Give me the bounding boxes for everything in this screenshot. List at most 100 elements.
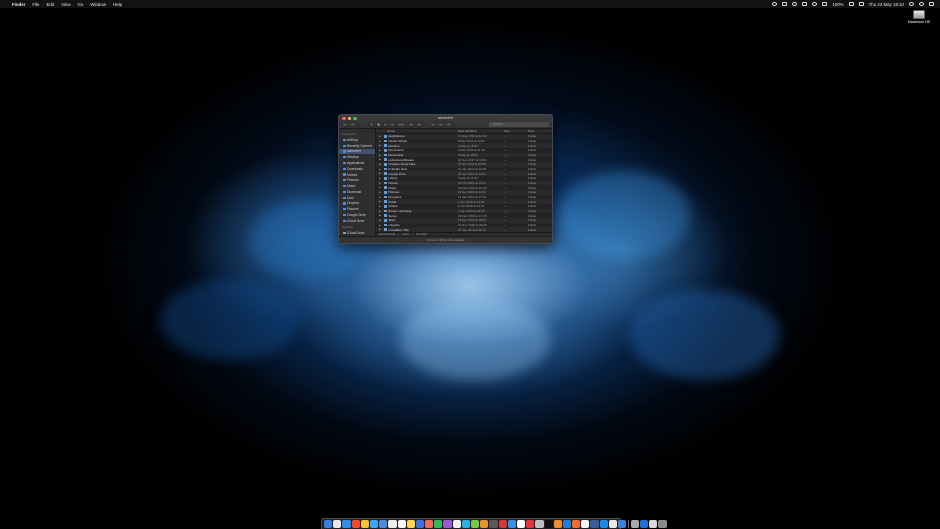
table-row[interactable]: ▶ Movies 23 Oct 2018 at 16:11 -- Folder <box>376 180 552 186</box>
disclosure-triangle-icon[interactable]: ▶ <box>379 163 382 166</box>
table-row[interactable]: ▶ Library Today at 11:03 -- Folder <box>376 176 552 181</box>
dock-app-icon[interactable] <box>498 519 507 529</box>
dock-app-icon[interactable] <box>581 519 590 529</box>
disclosure-triangle-icon[interactable]: ▶ <box>379 158 382 161</box>
table-row[interactable]: ▶ Programs 11 Jan 2019 at 17:32 -- Folder <box>376 194 552 200</box>
disclosure-triangle-icon[interactable]: ▶ <box>379 177 382 180</box>
dock-app-icon[interactable] <box>608 519 617 529</box>
title-bar[interactable]: abmerfert ⌕ Search <box>339 115 552 129</box>
dock-app-icon[interactable] <box>562 519 572 529</box>
table-row[interactable]: ▶ snippets 21 Nov 2018 at 09:40 -- Folder <box>376 222 552 228</box>
dock-app-icon[interactable] <box>461 519 470 529</box>
dock-app-icon[interactable] <box>415 519 425 529</box>
dock-app-icon[interactable] <box>572 519 581 529</box>
disclosure-triangle-icon[interactable]: ▶ <box>379 144 382 147</box>
disclosure-triangle-icon[interactable]: ▶ <box>379 135 382 138</box>
notification-center-icon[interactable] <box>929 2 934 6</box>
disclosure-triangle-icon[interactable]: ▶ <box>379 228 382 231</box>
menu-go[interactable]: Go <box>78 2 84 7</box>
column-size[interactable]: Size <box>504 129 528 133</box>
spotlight-icon[interactable] <box>909 2 914 6</box>
volume-icon[interactable] <box>822 2 828 6</box>
table-row[interactable]: ▶ Pictures 19 Apr 2019 at 13:43 -- Folder <box>376 190 552 195</box>
dock-app-icon[interactable] <box>516 519 526 529</box>
disclosure-triangle-icon[interactable]: ▶ <box>379 154 382 157</box>
table-row[interactable]: ▶ android-certificates 24 Sep 2017 at 18:0… <box>376 157 552 163</box>
battery-icon[interactable] <box>848 2 854 6</box>
tags-button[interactable] <box>430 121 436 127</box>
flag-icon[interactable] <box>858 2 864 6</box>
dock-app-icon[interactable] <box>324 519 333 529</box>
dock-app-icon[interactable] <box>452 519 461 529</box>
menu-view[interactable]: View <box>61 2 70 7</box>
dock-app-icon[interactable] <box>351 519 360 529</box>
disclosure-triangle-icon[interactable]: ▶ <box>379 149 382 152</box>
menu-finder[interactable]: Finder <box>12 2 25 7</box>
dock-app-icon[interactable] <box>406 519 415 529</box>
dock-app-icon[interactable] <box>526 519 535 529</box>
dock-app-icon[interactable] <box>658 519 667 529</box>
dock-app-icon[interactable] <box>333 519 342 529</box>
dropbox-icon[interactable] <box>772 2 778 6</box>
dock-app-icon[interactable] <box>360 519 369 529</box>
disclosure-triangle-icon[interactable]: ▶ <box>379 186 382 189</box>
column-date-modified[interactable]: Date Modified <box>458 129 504 133</box>
icon-view-button[interactable] <box>369 121 374 127</box>
user-icon[interactable] <box>919 2 924 6</box>
disclosure-triangle-icon[interactable]: ▶ <box>379 182 382 185</box>
group-button[interactable] <box>397 121 406 127</box>
table-row[interactable]: ▶ Sites 19 Apr 2019 at 18:02 -- Folder <box>376 218 552 223</box>
dock-app-icon[interactable] <box>649 519 658 529</box>
dock-app-icon[interactable] <box>379 519 388 529</box>
dock-app-icon[interactable] <box>342 519 351 529</box>
column-kind[interactable]: Kind <box>528 129 552 133</box>
table-row[interactable]: ▶ Adobe Scripts 8 Mar 2019 at 10:37 -- Folde… <box>376 138 552 144</box>
table-row[interactable]: ▶ Documents 3 Mar 2019 at 11:18 -- Folder <box>376 148 552 153</box>
table-row[interactable]: ▶ Desktop Today at 18:03 -- Folder <box>376 143 552 149</box>
disclosure-triangle-icon[interactable]: ▶ <box>379 191 382 194</box>
disclosure-triangle-icon[interactable]: ▶ <box>379 210 382 213</box>
dock-app-icon[interactable] <box>535 519 544 529</box>
forward-button[interactable] <box>350 121 356 127</box>
action-button[interactable] <box>408 121 414 127</box>
dock-app-icon[interactable] <box>630 519 639 529</box>
table-row[interactable]: ▶ Google Drive 25 Apr 2019 at 14:21 -- Folde… <box>376 171 552 177</box>
dock-app-icon[interactable] <box>553 519 562 529</box>
table-row[interactable]: ▶ R Studio docs 21 Jan 2019 at 13:40 -- Fold… <box>376 166 552 172</box>
desktop-drive[interactable]: Macintosh HD <box>905 10 933 24</box>
wifi-icon[interactable] <box>812 2 818 6</box>
back-button[interactable] <box>342 121 348 127</box>
dock-app-icon[interactable] <box>599 519 608 529</box>
disclosure-triangle-icon[interactable]: ▶ <box>379 224 382 227</box>
table-row[interactable]: ▶ Public 1 Apr 2018 at 20:09 -- Folder <box>376 199 552 205</box>
screen-icon[interactable] <box>782 2 788 6</box>
column-name[interactable]: Name <box>376 129 458 133</box>
dock-app-icon[interactable] <box>425 519 434 529</box>
dock-app-icon[interactable] <box>480 519 489 529</box>
table-row[interactable]: ▶ Creative Cloud Files 15 Apr 2018 at 22:5… <box>376 162 552 167</box>
share-button[interactable] <box>416 121 422 127</box>
list-view-button[interactable] <box>376 121 381 127</box>
disclosure-triangle-icon[interactable]: ▶ <box>379 214 382 217</box>
dock-app-icon[interactable] <box>489 519 498 529</box>
disclosure-triangle-icon[interactable]: ▶ <box>379 200 382 203</box>
dock-app-icon[interactable] <box>639 519 649 529</box>
dock-app-icon[interactable] <box>397 519 406 529</box>
column-view-button[interactable] <box>383 121 388 127</box>
disclosure-triangle-icon[interactable]: ▶ <box>379 219 382 222</box>
table-row[interactable]: ▶ Screen recording 3 Jan 2019 at 23:19 -- Fo… <box>376 208 552 214</box>
clock[interactable]: Thu 23 May 18:10 <box>869 2 904 7</box>
dock-app-icon[interactable] <box>618 519 627 529</box>
dock-app-icon[interactable] <box>443 519 452 529</box>
gallery-view-button[interactable] <box>390 121 395 127</box>
dock-app-icon[interactable] <box>590 519 599 529</box>
table-row[interactable]: ▶ Applications 17 Aug 2018 at 12:10 -- Folde… <box>376 134 552 139</box>
edit-tags-button[interactable] <box>446 121 452 127</box>
time-machine-icon[interactable] <box>792 2 798 6</box>
disclosure-triangle-icon[interactable]: ▶ <box>379 205 382 208</box>
bluetooth-icon[interactable] <box>802 2 808 6</box>
menu-file[interactable]: File <box>32 2 39 7</box>
menu-window[interactable]: Window <box>90 2 106 7</box>
disclosure-triangle-icon[interactable]: ▶ <box>379 172 382 175</box>
dock-app-icon[interactable] <box>471 519 480 529</box>
